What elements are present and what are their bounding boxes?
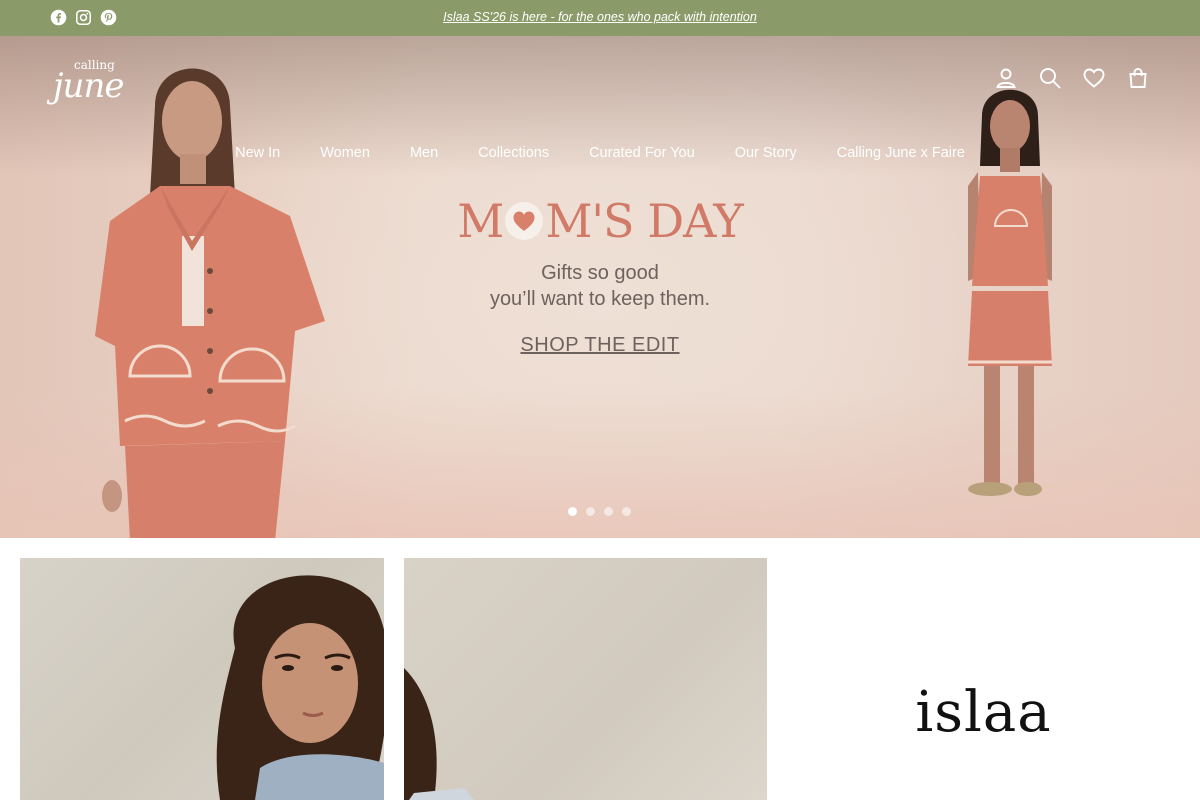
site-logo[interactable]: calling june: [50, 56, 140, 106]
tile-2-image: [404, 668, 474, 800]
carousel-dot-4[interactable]: [622, 507, 631, 516]
hero-subtitle-line-2: you’ll want to keep them.: [489, 288, 711, 310]
collection-tile-islaa[interactable]: islaa: [787, 558, 1180, 800]
hero-headline: M M'S DAY: [0, 194, 1200, 248]
nav-item-faire[interactable]: Calling June x Faire: [817, 145, 985, 161]
nav-item-collections[interactable]: Collections: [458, 145, 569, 161]
hero-cta-wrapper: SHOP THE EDIT: [0, 334, 1200, 357]
announcement-link[interactable]: Islaa SS'26 is here - for the ones who p…: [0, 10, 1200, 24]
collection-tile-2[interactable]: [404, 558, 767, 800]
wishlist-heart-icon[interactable]: [1082, 66, 1106, 90]
tile-1-image: [216, 575, 384, 800]
account-icon[interactable]: [994, 66, 1018, 90]
nav-item-women[interactable]: Women: [300, 145, 390, 161]
main-nav: New In Women Men Collections Curated For…: [0, 145, 1200, 161]
nav-item-curated-for-you[interactable]: Curated For You: [569, 145, 715, 161]
hero-subtitle-line-1: Gifts so good: [541, 262, 659, 284]
carousel-dot-2[interactable]: [586, 507, 595, 516]
heart-letter-icon: [505, 202, 544, 240]
nav-item-our-story[interactable]: Our Story: [715, 145, 817, 161]
hero-banner[interactable]: calling june New In Women Men Collection…: [0, 36, 1200, 538]
logo-big-text: june: [53, 66, 124, 106]
carousel-dot-3[interactable]: [604, 507, 613, 516]
collection-tile-1[interactable]: [20, 558, 384, 800]
nav-item-new-in[interactable]: New In: [215, 145, 300, 161]
header-icons: [994, 66, 1150, 90]
cart-bag-icon[interactable]: [1126, 66, 1150, 90]
nav-item-men[interactable]: Men: [390, 145, 458, 161]
headline-part-1: M: [457, 194, 504, 248]
carousel-dots: [568, 507, 631, 516]
headline-part-2: M'S DAY: [545, 194, 743, 248]
shop-the-edit-link[interactable]: SHOP THE EDIT: [520, 334, 679, 356]
announcement-bar: Islaa SS'26 is here - for the ones who p…: [0, 0, 1200, 36]
search-icon[interactable]: [1038, 66, 1062, 90]
carousel-dot-1[interactable]: [568, 507, 577, 516]
islaa-brand-logo: islaa: [915, 680, 1052, 745]
hero-subtitle: Gifts so good you’ll want to keep them.: [0, 260, 1200, 312]
